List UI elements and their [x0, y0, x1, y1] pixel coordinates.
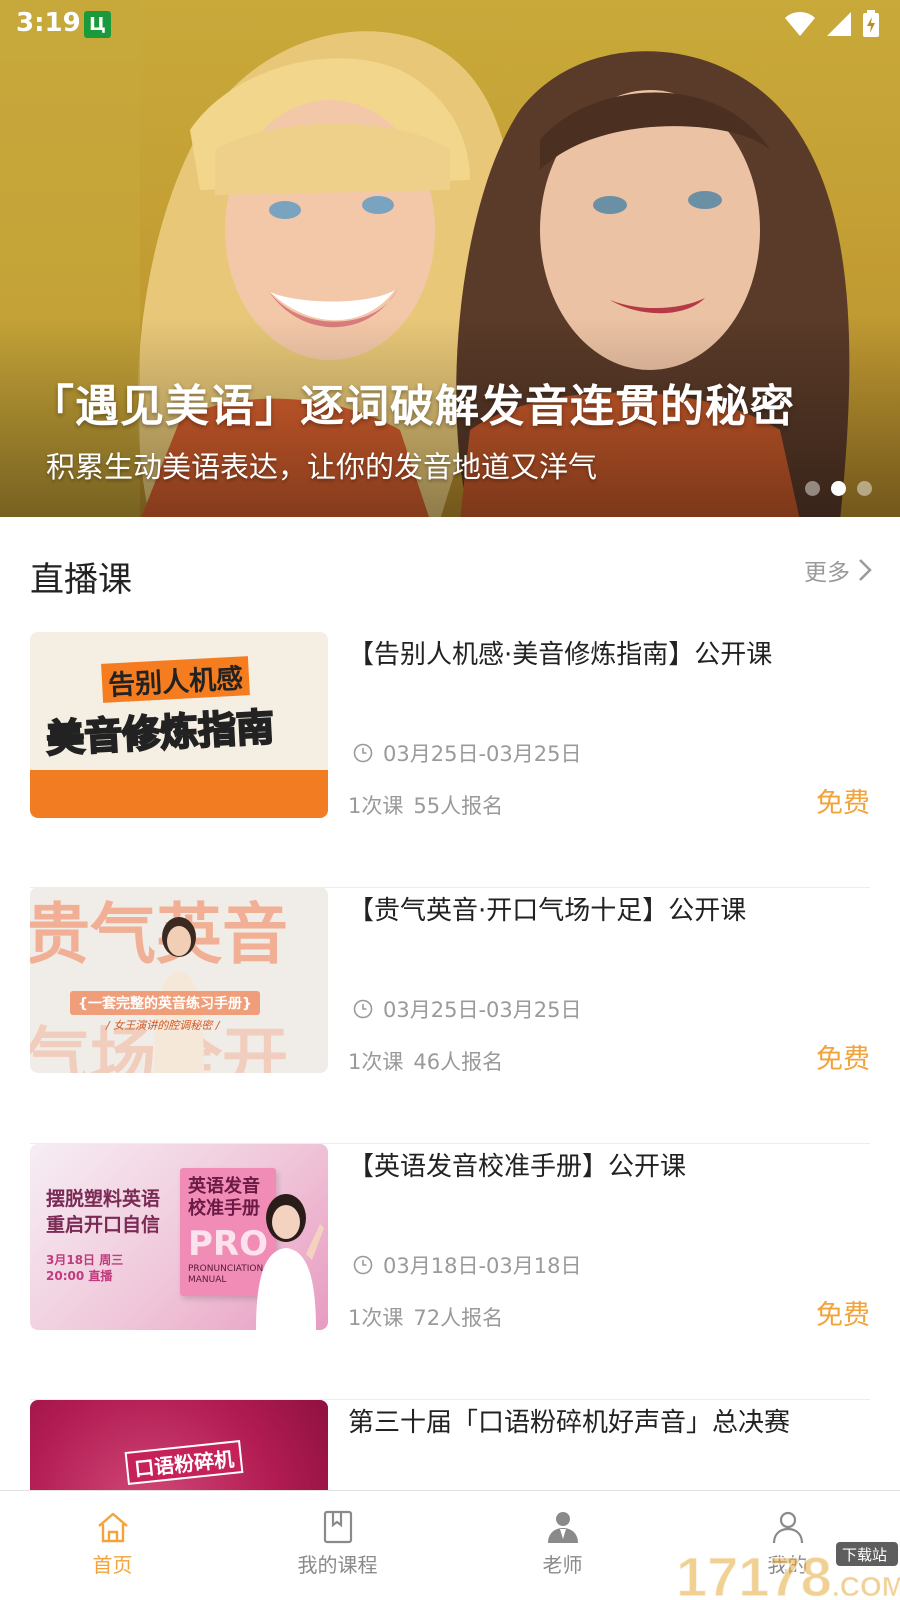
- thumbnail-date: 3月18日 周三 20:00 直播: [46, 1252, 123, 1284]
- section-title-live: 直播课: [30, 560, 132, 600]
- course-item[interactable]: 告别人机感 美音修炼指南 【告别人机感·美音修炼指南】公开课 03月25日-03…: [30, 632, 870, 888]
- course-item[interactable]: 摆脱塑料英语 重启开口自信 3月18日 周三 20:00 直播 英语发音 校准手…: [30, 1144, 870, 1400]
- banner-dot[interactable]: [805, 481, 820, 496]
- course-lessons: 1次课: [348, 794, 404, 818]
- thumbnail-text: 摆脱塑料英语 重启开口自信: [46, 1186, 160, 1238]
- thumbnail-text: 摆脱塑料英语: [46, 1188, 161, 1210]
- banner-subtitle: 积累生动美语表达，让你的发音地道又洋气: [46, 450, 598, 484]
- course-title: 【贵气英音·开口气场十足】公开课: [348, 896, 747, 926]
- course-thumbnail: 告别人机感 美音修炼指南: [30, 632, 328, 818]
- chevron-right-icon: [859, 559, 872, 581]
- tab-label: 我的课程: [297, 1553, 378, 1577]
- battery-charging-icon: [863, 10, 879, 37]
- course-thumbnail: 口语粉碎机: [30, 1400, 328, 1490]
- status-time: 3:19: [16, 8, 81, 38]
- banner-dot[interactable]: [857, 481, 872, 496]
- tab-my-courses[interactable]: 我的课程: [225, 1491, 450, 1600]
- course-price: 免费: [816, 788, 870, 819]
- thumbnail-text: 重启开口自信: [46, 1214, 161, 1236]
- thumbnail-text: 美音修炼指南: [44, 696, 276, 763]
- book-icon: [323, 1510, 352, 1544]
- course-enrolled: 46人报名: [413, 1050, 504, 1074]
- watermark-text: 17178: [676, 1545, 832, 1600]
- home-icon: [97, 1512, 128, 1543]
- course-date: 03月25日-03月25日: [353, 738, 581, 768]
- watermark-suffix: .COM: [832, 1571, 900, 1600]
- tab-label: 老师: [542, 1553, 583, 1577]
- hero-banner[interactable]: 「遇见美语」逐词破解发音连贯的秘密 积累生动美语表达，让你的发音地道又洋气: [0, 0, 900, 517]
- clock-icon: [353, 999, 373, 1019]
- course-meta: 1次课 46人报名: [348, 1046, 503, 1076]
- thumbnail-text-highlight: 修炼指南: [120, 704, 276, 758]
- thumbnail-text: 告别人机感: [101, 656, 250, 703]
- watermark-badge: 下载站: [842, 1546, 887, 1564]
- thumbnail-text: 美音: [44, 712, 124, 762]
- thumbnail-decoration: [30, 770, 328, 818]
- course-thumbnail: 摆脱塑料英语 重启开口自信 3月18日 周三 20:00 直播 英语发音 校准手…: [30, 1144, 328, 1330]
- presenter-image: [256, 1194, 324, 1330]
- course-date-text: 03月18日-03月18日: [383, 1254, 582, 1278]
- banner-dot-active[interactable]: [831, 481, 846, 496]
- thumbnail-subtext: / 女王演讲的腔调秘密 /: [106, 1019, 220, 1032]
- status-bar: 3:19 Ц: [0, 0, 900, 48]
- thumbnail-text: 20:00 直播: [46, 1269, 113, 1283]
- course-enrolled: 72人报名: [413, 1306, 504, 1330]
- tab-home[interactable]: 首页: [0, 1491, 225, 1600]
- course-lessons: 1次课: [348, 1050, 404, 1074]
- course-title: 【英语发音校准手册】公开课: [348, 1152, 687, 1182]
- tab-label: 首页: [92, 1553, 133, 1577]
- course-thumbnail: 贵气英音 气场全开 {一套完整的英音练习手册} / 女王演讲的腔调秘密 /: [30, 887, 328, 1073]
- thumbnail-text: 3月18日 周三: [46, 1253, 124, 1267]
- course-item[interactable]: 口语粉碎机 第三十届「口语粉碎机好声音」总决赛: [30, 1400, 870, 1490]
- clock-icon: [353, 1255, 373, 1275]
- course-title: 【告别人机感·美音修炼指南】公开课: [348, 640, 773, 670]
- signal-icon: [827, 12, 851, 36]
- course-lessons: 1次课: [348, 1306, 404, 1330]
- clock-icon: [353, 743, 373, 763]
- wifi-icon: [785, 12, 815, 36]
- more-label: 更多: [804, 560, 850, 586]
- course-meta: 1次课 55人报名: [348, 790, 503, 820]
- banner-pagination: [805, 481, 872, 496]
- tab-teachers[interactable]: 老师: [450, 1491, 675, 1600]
- course-meta: 1次课 72人报名: [348, 1302, 503, 1332]
- notification-app-icon: Ц: [84, 11, 111, 38]
- course-date: 03月25日-03月25日: [353, 994, 581, 1024]
- course-title: 第三十届「口语粉碎机好声音」总决赛: [348, 1408, 791, 1438]
- course-item[interactable]: 贵气英音 气场全开 {一套完整的英音练习手册} / 女王演讲的腔调秘密 / 【贵…: [30, 887, 870, 1144]
- thumbnail-text: 口语粉碎机: [124, 1440, 244, 1485]
- course-date: 03月18日-03月18日: [353, 1250, 581, 1280]
- teacher-icon: [547, 1512, 578, 1543]
- course-enrolled: 55人报名: [413, 794, 504, 818]
- course-price: 免费: [816, 1300, 870, 1331]
- site-watermark: 17178 下载站 .COM: [676, 1542, 900, 1600]
- banner-title: 「遇见美语」逐词破解发音连贯的秘密: [30, 381, 795, 432]
- thumbnail-tag: {一套完整的英音练习手册}: [70, 991, 260, 1015]
- course-date-text: 03月25日-03月25日: [383, 998, 582, 1022]
- course-list: 告别人机感 美音修炼指南 【告别人机感·美音修炼指南】公开课 03月25日-03…: [30, 632, 870, 1490]
- status-icons: [784, 10, 880, 38]
- course-date-text: 03月25日-03月25日: [383, 742, 582, 766]
- more-link[interactable]: 更多: [804, 553, 872, 587]
- course-price: 免费: [816, 1044, 870, 1075]
